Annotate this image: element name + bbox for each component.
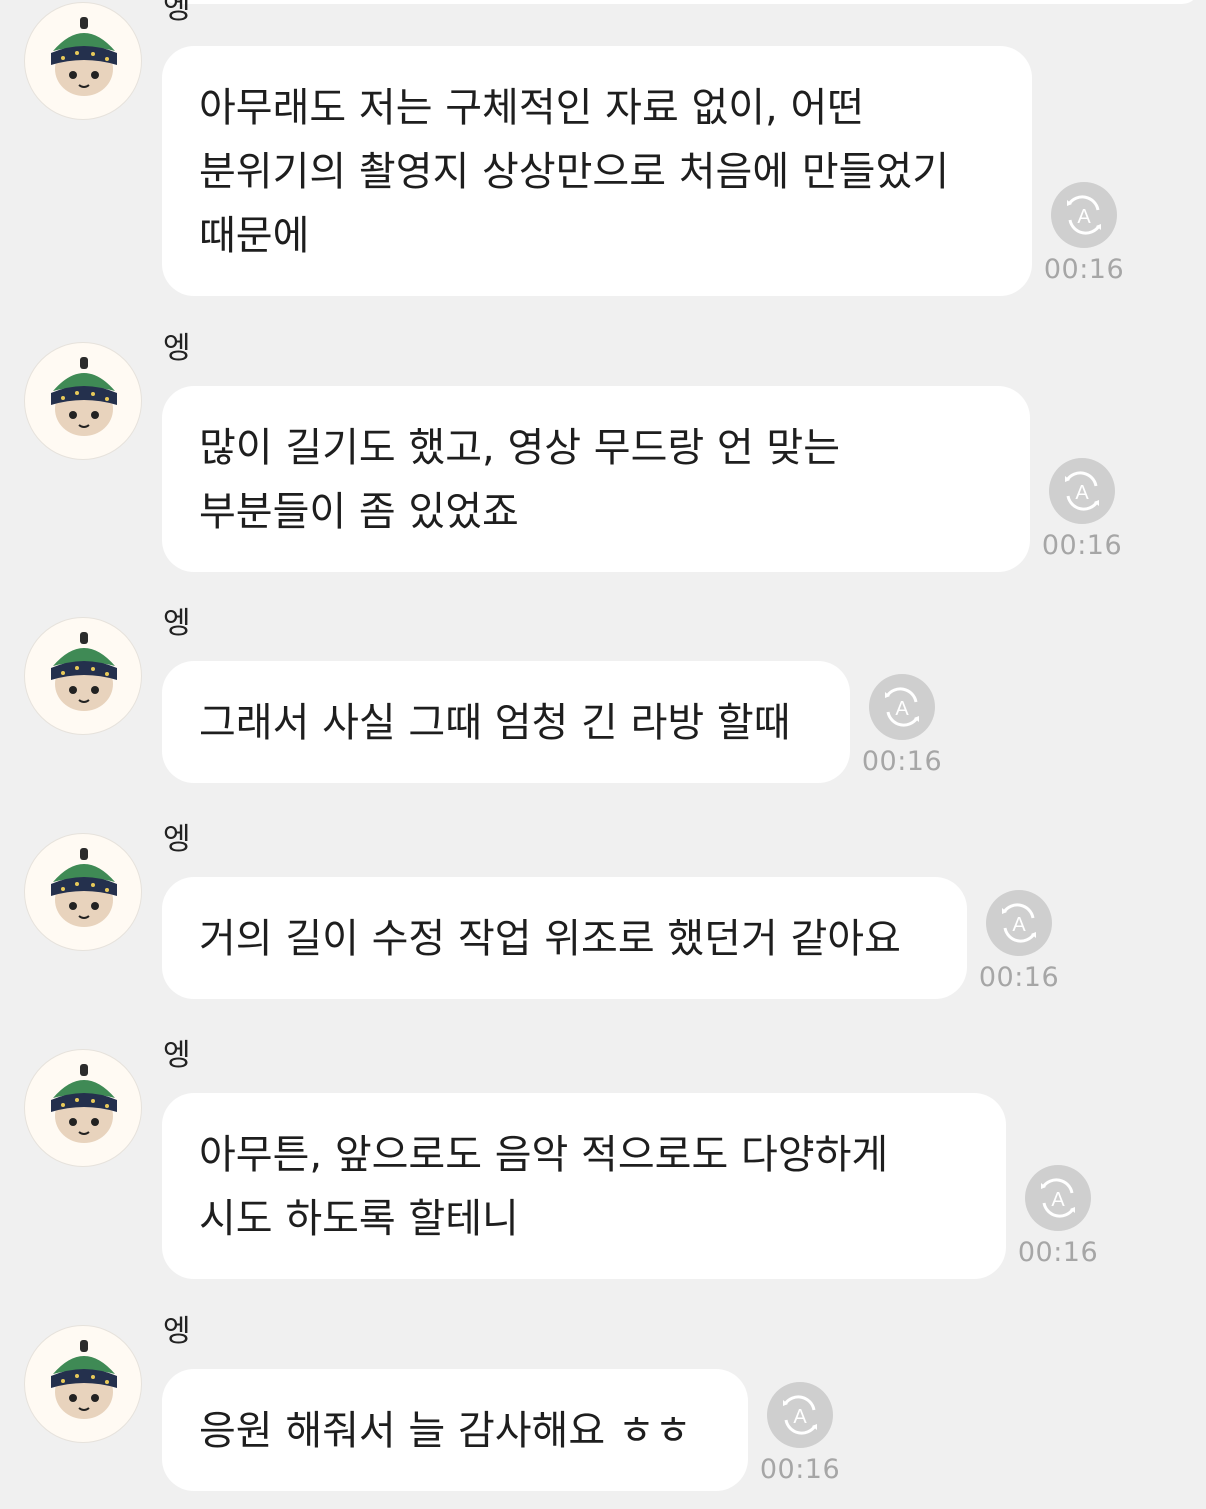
message-bubble[interactable]: 응원 해줘서 늘 감사해요 ㅎㅎ <box>162 1369 748 1491</box>
svg-text:A: A <box>793 1406 807 1428</box>
plush-character-avatar-icon <box>51 17 117 96</box>
message-meta: A 00:16 <box>755 1382 845 1485</box>
auto-translate-icon: A <box>783 1395 817 1435</box>
message-time: 00:16 <box>1017 1237 1099 1268</box>
auto-translate-icon: A <box>1002 903 1036 943</box>
message-time: 00:16 <box>1041 530 1123 561</box>
auto-translate-button[interactable]: A <box>869 674 935 740</box>
message-time: 00:16 <box>978 962 1060 993</box>
auto-translate-button[interactable]: A <box>1051 182 1117 248</box>
plush-character-avatar-icon <box>51 632 117 711</box>
svg-text:A: A <box>895 698 909 720</box>
sender-name: 엥 <box>163 0 191 26</box>
auto-translate-button[interactable]: A <box>1025 1165 1091 1231</box>
svg-text:A: A <box>1051 1189 1065 1211</box>
avatar[interactable] <box>24 1325 142 1443</box>
message-meta: A 00:16 <box>1039 182 1129 285</box>
auto-translate-icon: A <box>1067 195 1101 235</box>
message-time: 00:16 <box>1043 254 1125 285</box>
plush-character-avatar-icon <box>51 848 117 927</box>
message-meta: A 00:16 <box>1013 1165 1103 1268</box>
auto-translate-icon: A <box>885 687 919 727</box>
message-bubble[interactable]: 아무래도 저는 구체적인 자료 없이, 어떤 분위기의 촬영지 상상만으로 처음… <box>162 46 1032 296</box>
avatar[interactable] <box>24 833 142 951</box>
sender-name: 엥 <box>163 822 191 857</box>
message-bubble[interactable]: 아무튼, 앞으로도 음악 적으로도 다양하게 시도 하도록 할테니 <box>162 1093 1006 1279</box>
auto-translate-icon: A <box>1041 1178 1075 1218</box>
avatar[interactable] <box>24 2 142 120</box>
plush-character-avatar-icon <box>51 357 117 436</box>
svg-text:A: A <box>1075 482 1089 504</box>
message-bubble[interactable]: 그래서 사실 그때 엄청 긴 라방 할때 <box>162 661 850 783</box>
auto-translate-button[interactable]: A <box>1049 458 1115 524</box>
message-meta: A 00:16 <box>1037 458 1127 561</box>
plush-character-avatar-icon <box>51 1340 117 1419</box>
auto-translate-icon: A <box>1065 471 1099 511</box>
avatar[interactable] <box>24 1049 142 1167</box>
message-bubble[interactable]: 많이 길기도 했고, 영상 무드랑 언 맞는 부분들이 좀 있었죠 <box>162 386 1030 572</box>
previous-bubble-edge <box>160 0 1200 4</box>
avatar[interactable] <box>24 342 142 460</box>
sender-name: 엥 <box>163 1314 191 1349</box>
svg-text:A: A <box>1077 206 1091 228</box>
avatar[interactable] <box>24 617 142 735</box>
svg-text:A: A <box>1012 914 1026 936</box>
auto-translate-button[interactable]: A <box>767 1382 833 1448</box>
sender-name: 엥 <box>163 1038 191 1073</box>
sender-name: 엥 <box>163 606 191 641</box>
message-meta: A 00:16 <box>857 674 947 777</box>
sender-name: 엥 <box>163 331 191 366</box>
message-time: 00:16 <box>861 746 943 777</box>
message-bubble[interactable]: 거의 길이 수정 작업 위조로 했던거 같아요 <box>162 877 967 999</box>
auto-translate-button[interactable]: A <box>986 890 1052 956</box>
message-meta: A 00:16 <box>974 890 1064 993</box>
plush-character-avatar-icon <box>51 1064 117 1143</box>
message-time: 00:16 <box>759 1454 841 1485</box>
